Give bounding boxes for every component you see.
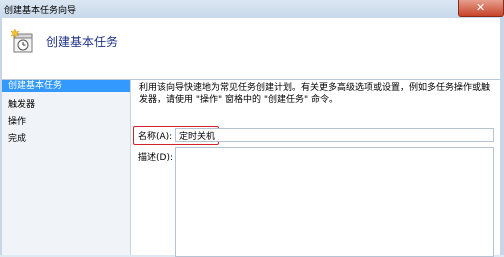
nav-divider <box>130 80 131 255</box>
nav-item-finish[interactable]: 完成 <box>8 131 26 144</box>
description-label: 描述(D): <box>138 153 173 163</box>
wizard-description: 利用该向导快速地为常见任务创建计划。有关更多高级选项或设置，例如多任务操作或触发… <box>139 83 491 105</box>
name-input[interactable] <box>175 128 494 142</box>
page-title: 创建基本任务 <box>46 35 119 49</box>
nav-item-create-basic-task[interactable]: 创建基本任务 <box>2 80 130 92</box>
window-title: 创建基本任务向导 <box>4 6 77 16</box>
nav-item-trigger[interactable]: 触发器 <box>8 97 35 110</box>
name-label: 名称(A): <box>138 132 173 142</box>
wizard-nav: 创建基本任务 触发器 操作 完成 <box>2 80 130 255</box>
name-input-value: 定时关机 <box>179 132 216 142</box>
task-scheduler-icon <box>10 28 33 53</box>
window-border-right <box>500 18 504 255</box>
title-bar: 创建基本任务向导 ✕ <box>0 0 504 18</box>
wizard-header: 创建基本任务 <box>2 18 500 71</box>
nav-item-action[interactable]: 操作 <box>8 114 26 127</box>
close-icon: ✕ <box>476 1 486 14</box>
wizard-body: 创建基本任务 创建基本任务 触发器 操作 完成 利用该向导快速地为常见任务创建计… <box>2 18 500 257</box>
description-textarea[interactable] <box>175 147 494 257</box>
close-button[interactable]: ✕ <box>458 0 504 17</box>
